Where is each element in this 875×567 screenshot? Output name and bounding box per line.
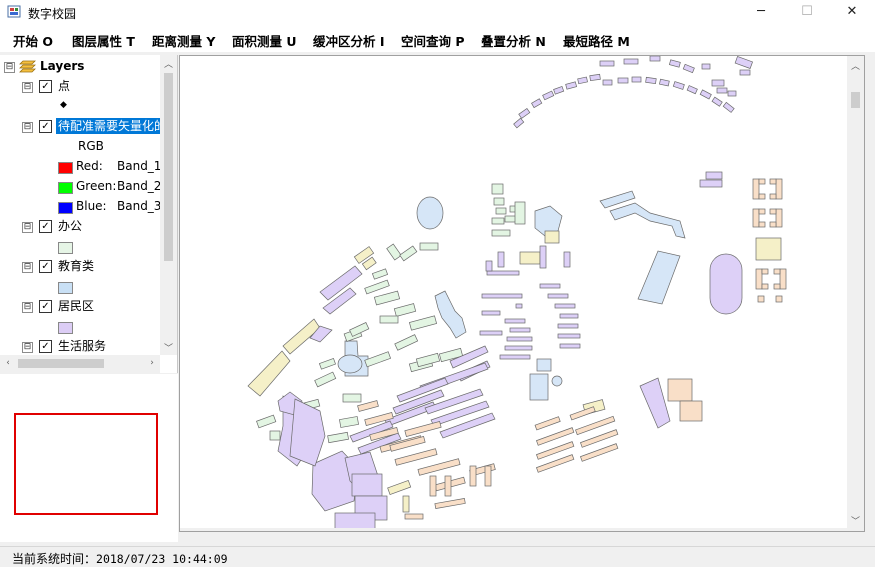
map-canvas[interactable] bbox=[180, 56, 864, 531]
close-button[interactable]: ✕ bbox=[829, 0, 875, 26]
menu-start[interactable]: 开始 O bbox=[13, 31, 53, 50]
layers-toc[interactable]: ⊟ Layers ⊟ ✓ 点 ◆ ⊟ ✓ 待配准需要矢量化的 RGB Red: … bbox=[0, 55, 178, 373]
scroll-left-icon[interactable]: ‹ bbox=[2, 358, 14, 368]
band-name: Band_3 bbox=[117, 199, 162, 213]
layer-checkbox[interactable]: ✓ bbox=[39, 300, 52, 313]
scroll-up-icon[interactable]: ︿ bbox=[847, 59, 864, 72]
map-vertical-scrollbar[interactable]: ︿ ﹀ bbox=[847, 56, 864, 531]
toc-horizontal-scrollbar[interactable]: ‹ › bbox=[0, 355, 160, 373]
band-channel: Green: bbox=[76, 179, 117, 193]
menu-shortest-path[interactable]: 最短路径 M bbox=[563, 31, 630, 50]
toc-vertical-scrollbar[interactable]: ︿ ﹀ bbox=[160, 55, 177, 355]
layer-name: 点 bbox=[58, 79, 71, 93]
status-bar: 当前系统时间：2018/07/23 10:44:09 bbox=[0, 546, 875, 567]
point-symbol-icon: ◆ bbox=[60, 100, 67, 110]
menu-spatial-query[interactable]: 空间查询 P bbox=[401, 31, 465, 50]
scroll-down-icon[interactable]: ﹀ bbox=[847, 514, 864, 527]
menu-distance-measure[interactable]: 距离测量 Y bbox=[152, 31, 215, 50]
band-red: Red: Band_1 bbox=[0, 158, 162, 176]
scroll-thumb[interactable] bbox=[18, 359, 104, 368]
band-channel: Red: bbox=[76, 159, 103, 173]
menu-layer-properties[interactable]: 图层属性 T bbox=[72, 31, 135, 50]
menu-buffer-analysis[interactable]: 缓冲区分析 I bbox=[313, 31, 385, 50]
band-name: Band_2 bbox=[117, 179, 162, 193]
window-title: 数字校园 bbox=[28, 7, 77, 21]
toc-layer-points[interactable]: ⊟ ✓ 点 bbox=[0, 78, 160, 96]
expander-icon[interactable]: ⊟ bbox=[22, 342, 33, 353]
expander-icon[interactable]: ⊟ bbox=[22, 82, 33, 93]
scroll-right-icon[interactable]: › bbox=[832, 530, 844, 531]
scroll-thumb[interactable] bbox=[851, 92, 860, 108]
status-label: 当前系统时间：2018/07/23 10:44:09 bbox=[12, 550, 228, 567]
band-name: Band_1 bbox=[117, 159, 162, 173]
scroll-thumb[interactable] bbox=[164, 73, 173, 261]
education-symbol bbox=[58, 282, 73, 294]
layer-name: 办公 bbox=[58, 219, 83, 233]
toc-layer-raster[interactable]: ⊟ ✓ 待配准需要矢量化的 bbox=[0, 118, 162, 136]
layers-icon bbox=[19, 60, 36, 73]
app-icon bbox=[7, 5, 21, 18]
layer-name-selected: 待配准需要矢量化的 bbox=[56, 118, 162, 134]
menu-area-measure[interactable]: 面积测量 U bbox=[232, 31, 297, 50]
band-green: Green: Band_2 bbox=[0, 178, 162, 196]
status-time-value: 2018/07/23 10:44:09 bbox=[96, 552, 228, 566]
expander-icon[interactable]: ⊟ bbox=[22, 302, 33, 313]
status-time-label: 当前系统时间： bbox=[12, 552, 97, 566]
overview-map[interactable] bbox=[0, 374, 178, 542]
toc-root[interactable]: ⊟ Layers bbox=[0, 58, 160, 76]
menu-bar: 开始 O 图层属性 T 距离测量 Y 面积测量 U 缓冲区分析 I 空间查询 P… bbox=[0, 26, 875, 52]
menu-overlay-analysis[interactable]: 叠置分析 N bbox=[481, 31, 546, 50]
toc-layer-residential[interactable]: ⊟ ✓ 居民区 bbox=[0, 298, 160, 316]
residential-symbol bbox=[58, 322, 73, 334]
expander-icon[interactable]: ⊟ bbox=[22, 262, 33, 273]
expander-icon[interactable]: ⊟ bbox=[4, 62, 15, 73]
layer-checkbox[interactable]: ✓ bbox=[39, 120, 52, 133]
layer-checkbox[interactable]: ✓ bbox=[39, 260, 52, 273]
toc-layer-office[interactable]: ⊟ ✓ 办公 bbox=[0, 218, 160, 236]
blue-swatch bbox=[58, 202, 73, 214]
office-symbol bbox=[58, 242, 73, 254]
scroll-right-icon[interactable]: › bbox=[146, 358, 158, 368]
title-bar: 数字校园 ─ ☐ ✕ bbox=[0, 0, 875, 26]
overview-extent-box[interactable] bbox=[14, 413, 158, 515]
layer-checkbox[interactable]: ✓ bbox=[39, 80, 52, 93]
scroll-up-icon[interactable]: ︿ bbox=[160, 57, 177, 70]
expander-icon[interactable]: ⊟ bbox=[22, 222, 33, 233]
layer-checkbox[interactable]: ✓ bbox=[39, 340, 52, 353]
rgb-label: RGB bbox=[78, 139, 104, 153]
layer-name: 教育类 bbox=[58, 259, 95, 273]
map-view[interactable]: ︿ ﹀ ‹ › bbox=[179, 55, 865, 532]
scroll-down-icon[interactable]: ﹀ bbox=[160, 341, 177, 354]
toc-layer-education[interactable]: ⊟ ✓ 教育类 bbox=[0, 258, 160, 276]
red-swatch bbox=[58, 162, 73, 174]
layer-name: 生活服务 bbox=[58, 339, 107, 353]
band-channel: Blue: bbox=[76, 199, 107, 213]
band-blue: Blue: Band_3 bbox=[0, 198, 162, 216]
green-swatch bbox=[58, 182, 73, 194]
map-horizontal-scrollbar[interactable]: ‹ › bbox=[180, 528, 847, 531]
layer-name: 居民区 bbox=[58, 299, 95, 313]
minimize-button[interactable]: ─ bbox=[738, 0, 784, 26]
toc-root-label: Layers bbox=[40, 59, 85, 73]
maximize-button[interactable]: ☐ bbox=[784, 0, 830, 26]
layer-checkbox[interactable]: ✓ bbox=[39, 220, 52, 233]
expander-icon[interactable]: ⊟ bbox=[22, 122, 33, 133]
scroll-left-icon[interactable]: ‹ bbox=[182, 530, 194, 531]
toc-layer-service[interactable]: ⊟ ✓ 生活服务 bbox=[0, 338, 160, 356]
